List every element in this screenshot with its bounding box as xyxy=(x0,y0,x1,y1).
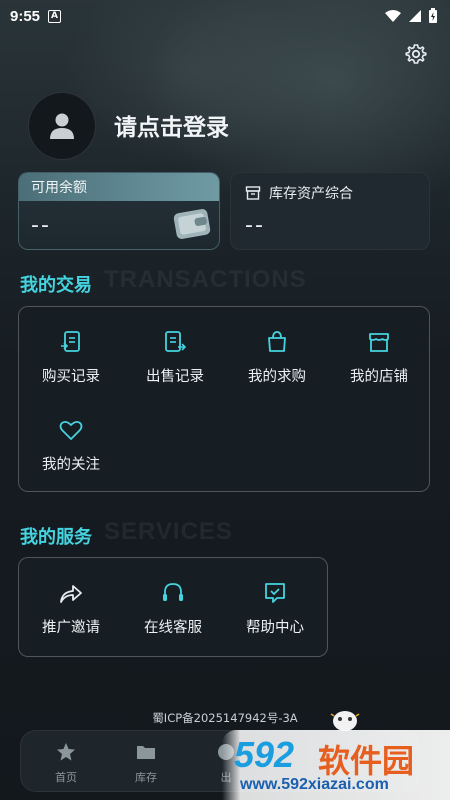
buy-record-icon xyxy=(61,331,80,352)
balance-card[interactable]: 可用余额 -- xyxy=(18,172,220,250)
avatar[interactable] xyxy=(28,92,96,160)
help-chat-icon xyxy=(265,583,285,603)
services-watermark: SERVICES xyxy=(104,518,233,545)
tab-home[interactable]: 首页 xyxy=(41,741,91,785)
my-purchase-request-label: 我的求购 xyxy=(248,369,306,385)
battery-icon xyxy=(429,8,437,23)
archive-box-icon xyxy=(245,186,261,200)
settings-gear-icon[interactable] xyxy=(404,42,428,66)
services-card: 推广邀请 在线客服 帮助中心 xyxy=(18,557,328,657)
invite-item[interactable]: 推广邀请 xyxy=(21,580,121,637)
help-center-item[interactable]: 帮助中心 xyxy=(225,580,325,637)
headset-icon xyxy=(163,583,183,601)
wallet-icon xyxy=(173,209,211,239)
status-icons xyxy=(384,8,438,24)
tab-inventory[interactable]: 库存 xyxy=(121,741,171,785)
status-bar: 9:55 A xyxy=(0,0,450,32)
status-time: 9:55 xyxy=(10,7,41,25)
user-avatar-icon xyxy=(50,113,74,139)
tab-inventory-label: 库存 xyxy=(135,771,157,784)
share-icon xyxy=(60,585,82,603)
watermark-number: 592 xyxy=(234,734,295,775)
customer-service-item[interactable]: 在线客服 xyxy=(123,580,223,637)
balance-card-title: 可用余额 xyxy=(19,173,219,201)
store-icon xyxy=(369,333,389,352)
my-follow-item[interactable]: 我的关注 xyxy=(21,417,121,474)
sell-record-icon xyxy=(165,331,187,352)
customer-service-label: 在线客服 xyxy=(144,620,202,636)
shopping-bag-icon xyxy=(268,331,286,352)
my-purchase-request-item[interactable]: 我的求购 xyxy=(227,329,327,386)
notification-a-icon: A xyxy=(48,9,62,23)
wifi-icon xyxy=(385,10,401,22)
assets-card[interactable]: 库存资产综合 -- xyxy=(230,172,430,250)
tab-home-label: 首页 xyxy=(55,771,77,784)
balance-value: -- xyxy=(31,213,51,238)
assets-card-header: 库存资产综合 xyxy=(245,183,353,203)
buy-record-item[interactable]: 购买记录 xyxy=(21,329,121,386)
my-store-item[interactable]: 我的店铺 xyxy=(329,329,429,386)
buy-record-label: 购买记录 xyxy=(42,369,100,385)
sell-record-label: 出售记录 xyxy=(146,369,204,385)
assets-value: -- xyxy=(245,213,265,238)
login-prompt[interactable]: 请点击登录 xyxy=(114,108,229,142)
star-icon xyxy=(57,743,75,761)
services-title: 我的服务 xyxy=(20,527,92,548)
signal-icon xyxy=(409,10,421,22)
sell-record-item[interactable]: 出售记录 xyxy=(125,329,225,386)
my-follow-label: 我的关注 xyxy=(42,457,100,473)
folder-icon xyxy=(137,746,155,759)
watermark-url: www.592xiazai.com xyxy=(240,776,389,793)
help-center-label: 帮助中心 xyxy=(246,620,304,636)
heart-icon xyxy=(59,420,83,440)
watermark-logo: 592 软件园 www.592xiazai.com xyxy=(222,730,450,800)
transactions-watermark: TRANSACTIONS xyxy=(104,266,307,293)
my-store-label: 我的店铺 xyxy=(350,369,408,385)
transactions-title: 我的交易 xyxy=(20,275,92,296)
invite-label: 推广邀请 xyxy=(42,620,100,636)
icp-license: 蜀ICP备2025147942号-3A xyxy=(152,711,298,725)
assets-card-title: 库存资产综合 xyxy=(269,186,353,202)
transactions-card: 购买记录 出售记录 我的求购 我的店铺 我的关注 xyxy=(18,306,430,492)
